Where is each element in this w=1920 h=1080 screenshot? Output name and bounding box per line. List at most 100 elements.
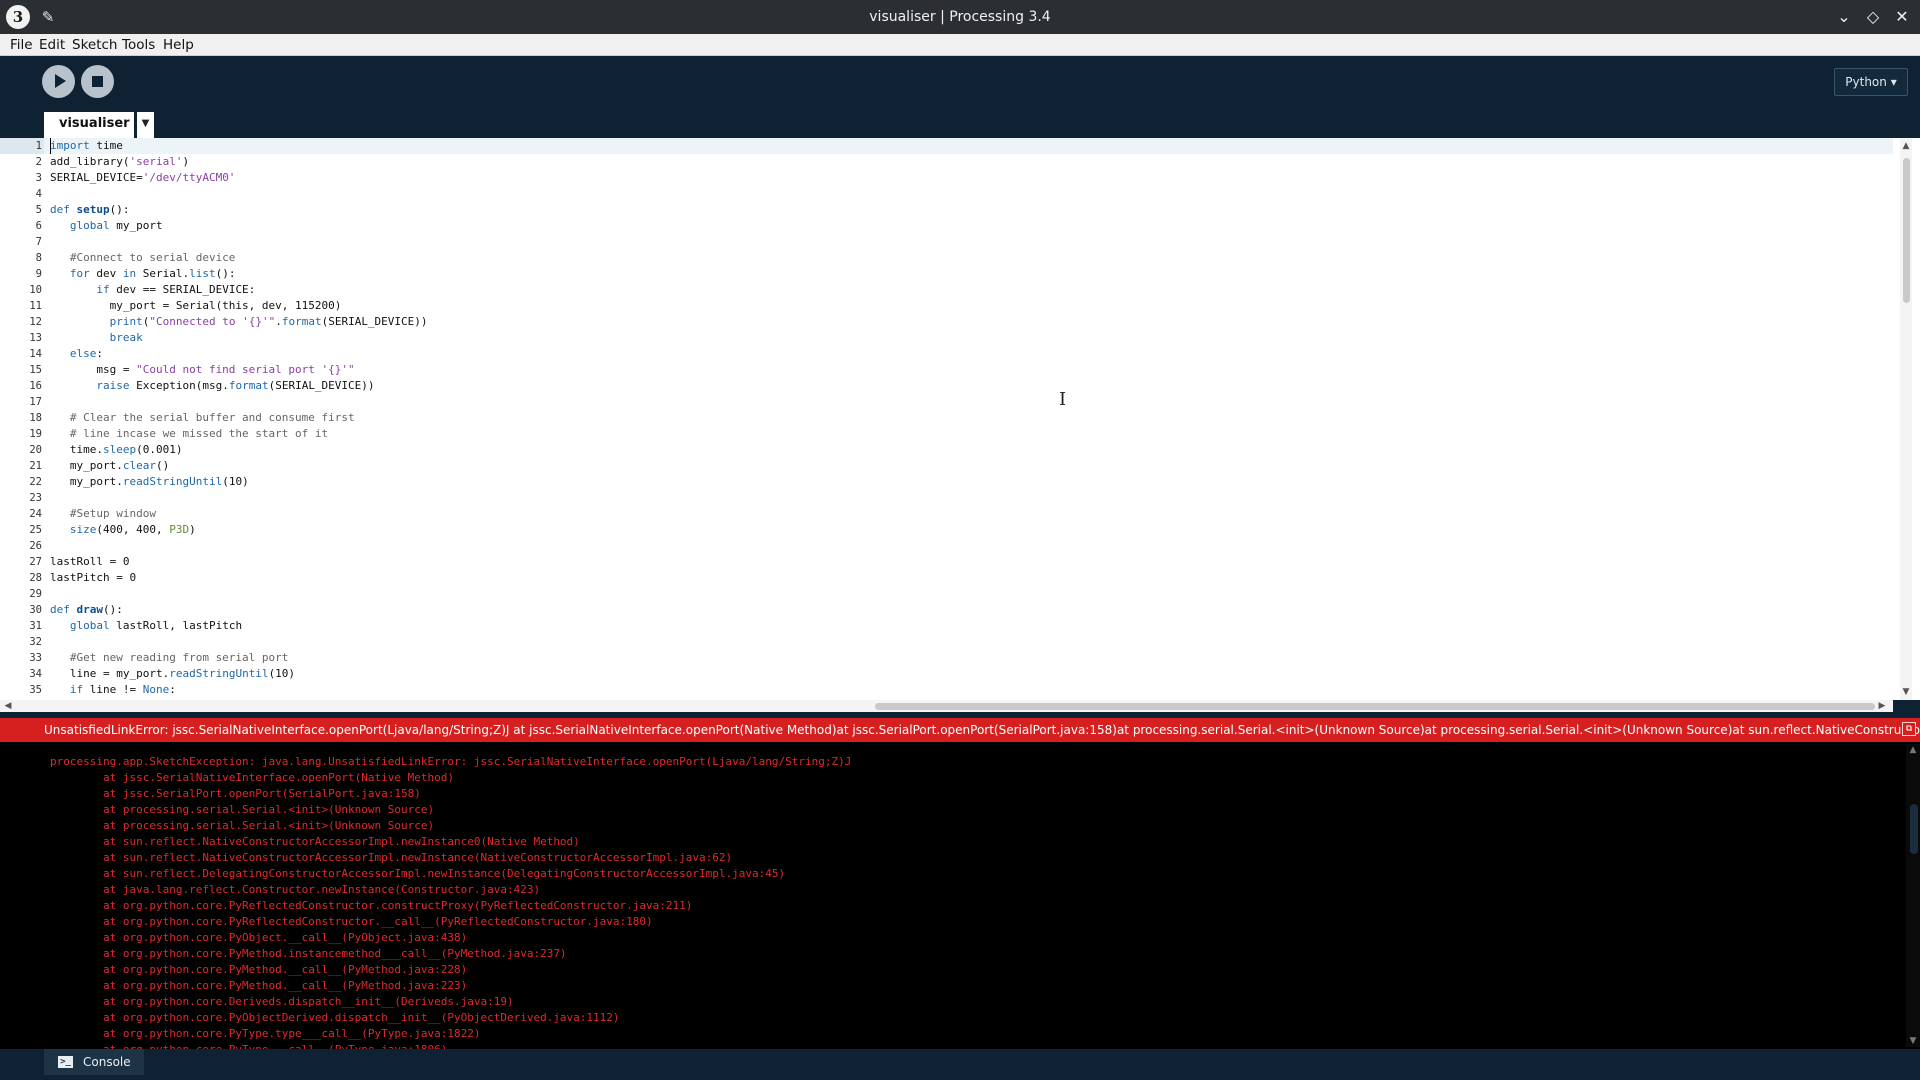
code-line[interactable]: global lastRoll, lastPitch [50,618,242,634]
code-line[interactable]: for dev in Serial.list(): [50,266,236,282]
scroll-down-arrow-icon[interactable]: ▼ [1906,1035,1920,1047]
code-line[interactable]: line = my_port.readStringUntil(10) [50,666,295,682]
console-line: at org.python.core.PyMethod.__call__(PyM… [50,979,468,992]
console-line: at org.python.core.Deriveds.dispatch__in… [50,995,514,1008]
code-line[interactable]: my_port.readStringUntil(10) [50,474,249,490]
line-number: 32 [29,636,42,648]
scroll-down-arrow-icon[interactable]: ▼ [1900,686,1912,698]
code-line[interactable]: def draw(): [50,602,123,618]
code-line[interactable]: my_port.clear() [50,458,169,474]
minimize-icon[interactable]: ⌄ [1833,6,1855,28]
code-line[interactable]: size(400, 400, P3D) [50,522,196,538]
copy-icon[interactable]: ⧉ [1902,722,1916,736]
close-icon[interactable]: ✕ [1891,6,1913,28]
console-line: at sun.reflect.DelegatingConstructorAcce… [50,867,786,880]
menu-bar: File Edit Sketch Tools Help [0,34,1920,56]
footer-bar: >_ Console [0,1049,1920,1080]
play-icon [55,74,66,88]
line-number-gutter: 1 2 3 4 5 6 7 8 9 10 11 12 13 14 15 16 17 18 19 20 21 22 23 24 2… [0,138,44,696]
error-status-bar: UnsatisfiedLinkError: jssc.SerialNativeI… [0,718,1920,742]
line-number: 19 [29,428,42,440]
scrollbar-thumb[interactable] [875,703,1875,710]
toolbar: Python ▾ [0,56,1920,112]
code-line[interactable]: #Connect to serial device [50,250,236,266]
console-line: at processing.serial.Serial.<init>(Unkno… [50,803,435,816]
code-editor[interactable]: 1 2 3 4 5 6 7 8 9 10 11 12 13 14 15 16 17 18 19 20 21 22 23 24 2… [0,138,1920,712]
run-button[interactable] [42,65,75,98]
line-number: 18 [29,412,42,424]
menu-sketch[interactable]: Sketch [69,34,120,56]
console-line: at org.python.core.PyObjectDerived.dispa… [50,1011,620,1024]
code-line[interactable]: #Setup window [50,506,156,522]
menu-help[interactable]: Help [160,34,197,56]
code-line[interactable]: print("Connected to '{}'".format(SERIAL_… [50,314,428,330]
line-number: 14 [29,348,42,360]
console-tab[interactable]: >_ Console [44,1049,144,1075]
code-line[interactable]: raise Exception(msg.format(SERIAL_DEVICE… [50,378,374,394]
line-number: 26 [29,540,42,552]
terminal-icon: >_ [58,1056,73,1068]
code-line[interactable]: my_port = Serial(this, dev, 115200) [50,298,342,314]
console-line: at sun.reflect.NativeConstructorAccessor… [50,835,580,848]
editor-vertical-scrollbar[interactable]: ▲ ▼ [1900,138,1912,700]
code-line[interactable]: lastPitch = 0 [50,570,136,586]
tab-visualiser[interactable]: visualiser [44,112,134,138]
code-line[interactable]: import time [50,138,123,154]
menu-file[interactable]: File [7,34,36,56]
code-line[interactable]: time.sleep(0.001) [50,442,183,458]
code-line[interactable]: else: [50,346,103,362]
scroll-up-arrow-icon[interactable]: ▲ [1900,140,1912,152]
code-line[interactable]: #Get new reading from serial port [50,650,289,666]
line-number: 21 [29,460,42,472]
code-line[interactable]: global my_port [50,218,163,234]
code-line[interactable]: lastRoll = 0 [50,554,129,570]
line-number: 34 [29,668,42,680]
scrollbar-thumb[interactable] [1903,158,1910,303]
line-number: 22 [29,476,42,488]
line-number: 24 [29,508,42,520]
menu-tools[interactable]: Tools [119,34,158,56]
console-line: at java.lang.reflect.Constructor.newInst… [50,883,541,896]
line-number: 30 [29,604,42,616]
maximize-icon[interactable]: ◇ [1862,6,1884,28]
window-title: visualiser | Processing 3.4 [869,9,1051,25]
code-line[interactable]: msg = "Could not find serial port '{}'" [50,362,354,378]
console-tab-label: Console [83,1055,131,1069]
line-number: 15 [29,364,42,376]
pin-icon[interactable]: ✎ [38,7,58,27]
editor-horizontal-scrollbar[interactable]: ◀ ▶ [0,700,1893,712]
mode-selector[interactable]: Python ▾ [1834,68,1908,96]
code-line[interactable]: # Clear the serial buffer and consume fi… [50,410,355,426]
scroll-left-arrow-icon[interactable]: ◀ [2,700,14,712]
title-bar: 3 ✎ visualiser | Processing 3.4 ⌄ ◇ ✕ [0,0,1920,34]
i-beam-cursor-icon: I [1059,389,1067,410]
line-number: 5 [35,204,42,216]
scroll-up-arrow-icon[interactable]: ▲ [1906,744,1920,756]
line-number: 33 [29,652,42,664]
line-number: 16 [29,380,42,392]
console-line: at org.python.core.PyType.type___call__(… [50,1027,481,1040]
code-line[interactable]: def setup(): [50,202,130,218]
code-line[interactable]: # line incase we missed the start of it [50,426,328,442]
menu-edit[interactable]: Edit [36,34,68,56]
console-line: at org.python.core.PyMethod.instancemeth… [50,947,567,960]
processing-logo-icon: 3 [6,5,30,29]
code-line[interactable]: break [50,330,143,346]
stop-button[interactable] [81,65,114,98]
error-message: UnsatisfiedLinkError: jssc.SerialNativeI… [44,723,1920,737]
stop-icon [92,76,103,87]
console-output[interactable]: processing.app.SketchException: java.lan… [0,742,1920,1056]
scrollbar-thumb[interactable] [1910,804,1918,854]
code-line[interactable]: if dev == SERIAL_DEVICE: [50,282,255,298]
line-number: 25 [29,524,42,536]
line-number: 8 [35,252,42,264]
code-line[interactable]: if line != None: [50,682,176,698]
line-number: 4 [35,188,42,200]
console-vertical-scrollbar[interactable]: ▲ ▼ [1906,744,1920,1047]
code-line[interactable]: SERIAL_DEVICE='/dev/ttyACM0' [50,170,235,186]
console-line: processing.app.SketchException: java.lan… [50,755,852,768]
line-number: 35 [29,684,42,696]
scroll-right-arrow-icon[interactable]: ▶ [1876,700,1888,712]
tab-menu-button[interactable]: ▼ [137,112,154,138]
code-line[interactable]: add_library('serial') [50,154,189,170]
